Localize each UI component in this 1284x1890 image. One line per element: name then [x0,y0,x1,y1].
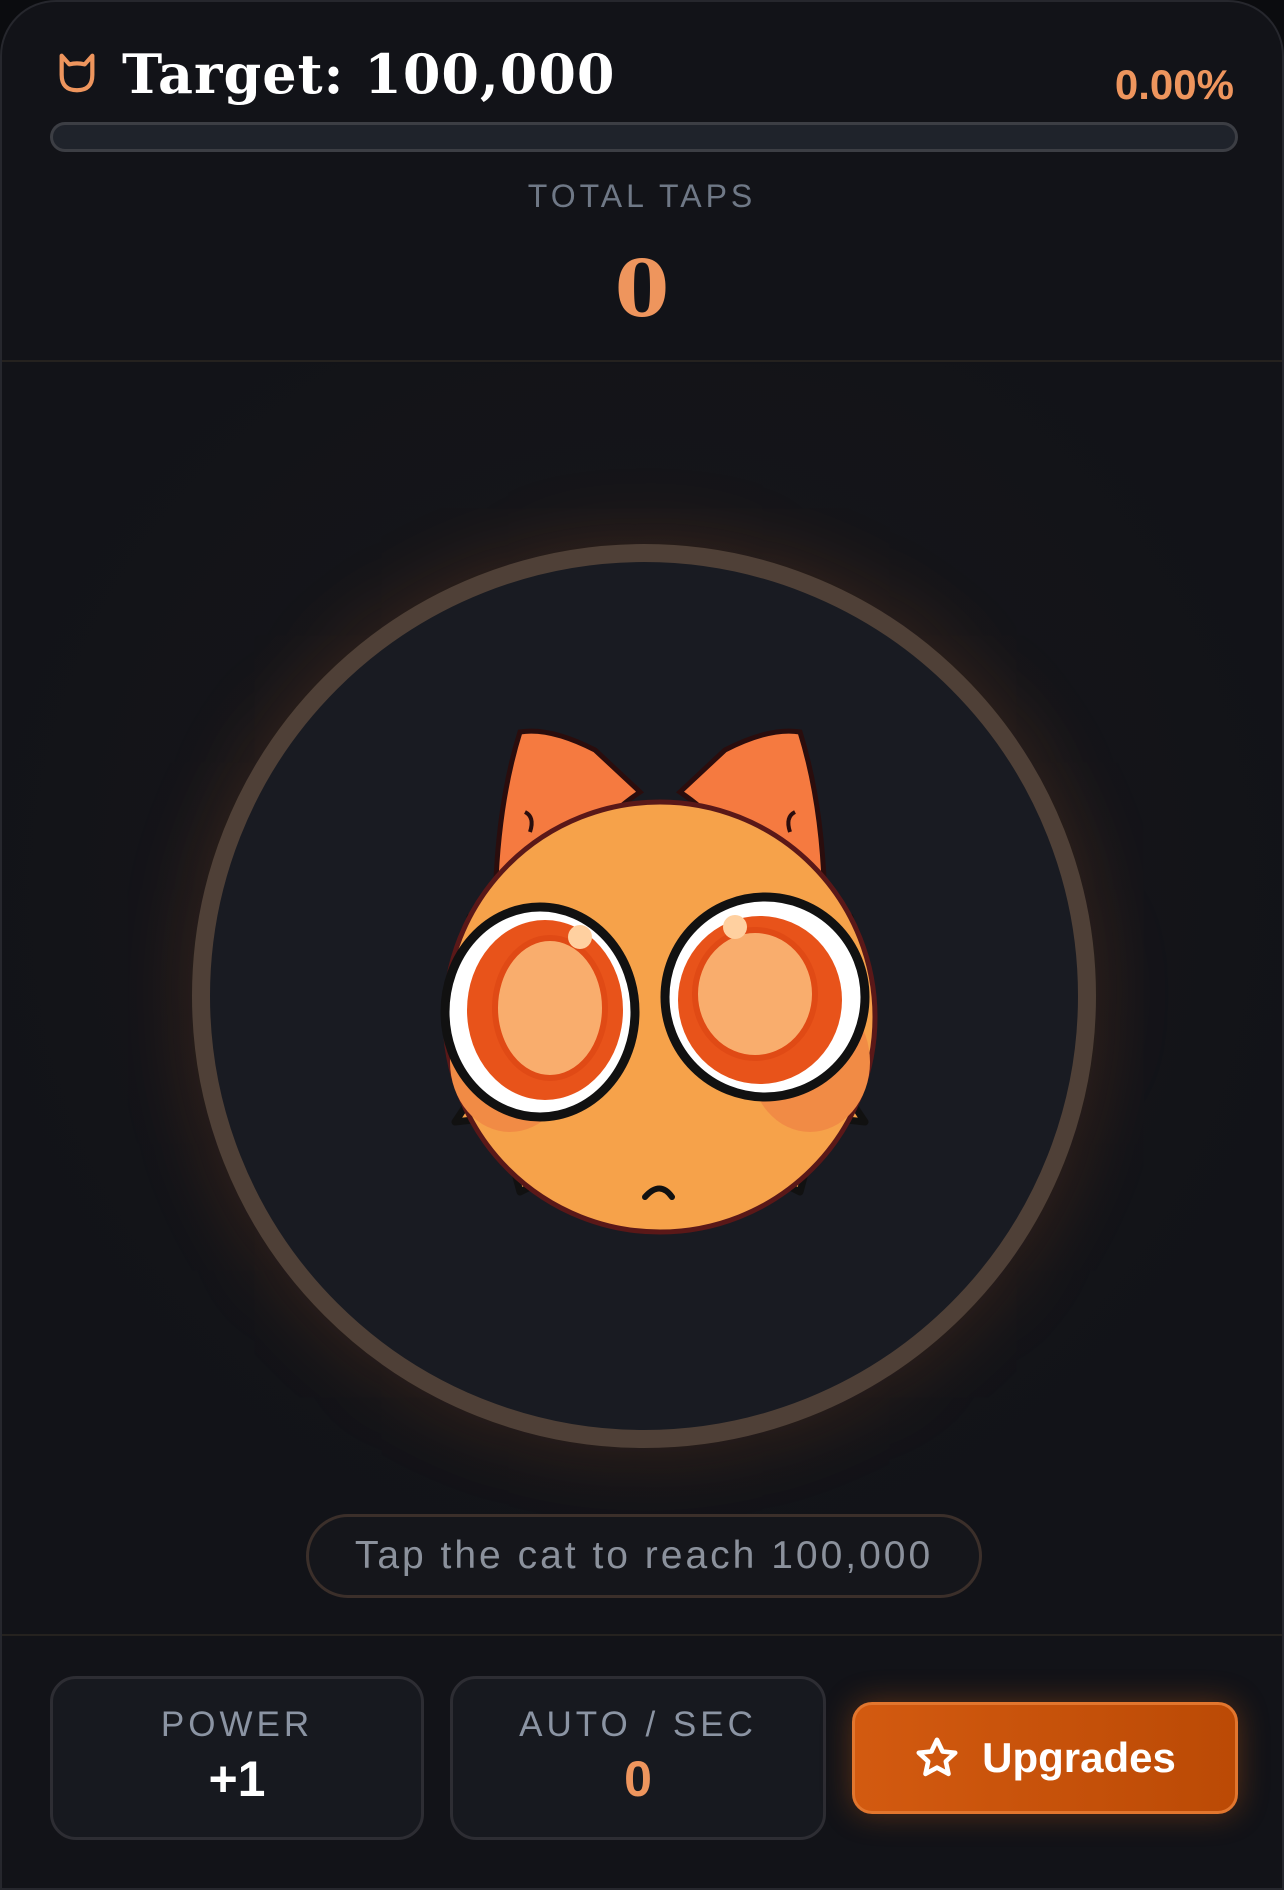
progress-percent: 0.00% [1114,61,1234,108]
total-taps-value: 0 [614,244,670,335]
auto-per-sec-stat: AUTO / SEC 0 [450,1676,826,1840]
auto-per-sec-label: AUTO / SEC [519,1705,757,1744]
header: Target: 100,000 0.00% TOTAL TAPS 0 [2,2,1282,362]
power-stat: POWER +1 [50,1676,424,1840]
tap-hint: Tap the cat to reach 100,000 [306,1514,982,1598]
target-title: Target: 100,000 [122,42,616,106]
cat-head-icon [59,53,95,93]
cat-face-image [440,728,878,1235]
power-value: +1 [208,1751,266,1807]
cat-tap-button[interactable] [192,544,1096,1448]
upgrades-label: Upgrades [982,1734,1176,1781]
star-icon [916,1737,958,1777]
progress-bar [50,122,1238,152]
tap-stage: Tap the cat to reach 100,000 [2,364,1282,1634]
footer-bar: POWER +1 AUTO / SEC 0 Upgrades [2,1634,1282,1888]
upgrades-button[interactable]: Upgrades [852,1702,1238,1814]
tapper-app: Target: 100,000 0.00% TOTAL TAPS 0 Tap t… [0,0,1284,1890]
power-label: POWER [160,1705,314,1744]
total-taps-label: TOTAL TAPS [527,178,757,214]
auto-per-sec-value: 0 [624,1751,652,1807]
